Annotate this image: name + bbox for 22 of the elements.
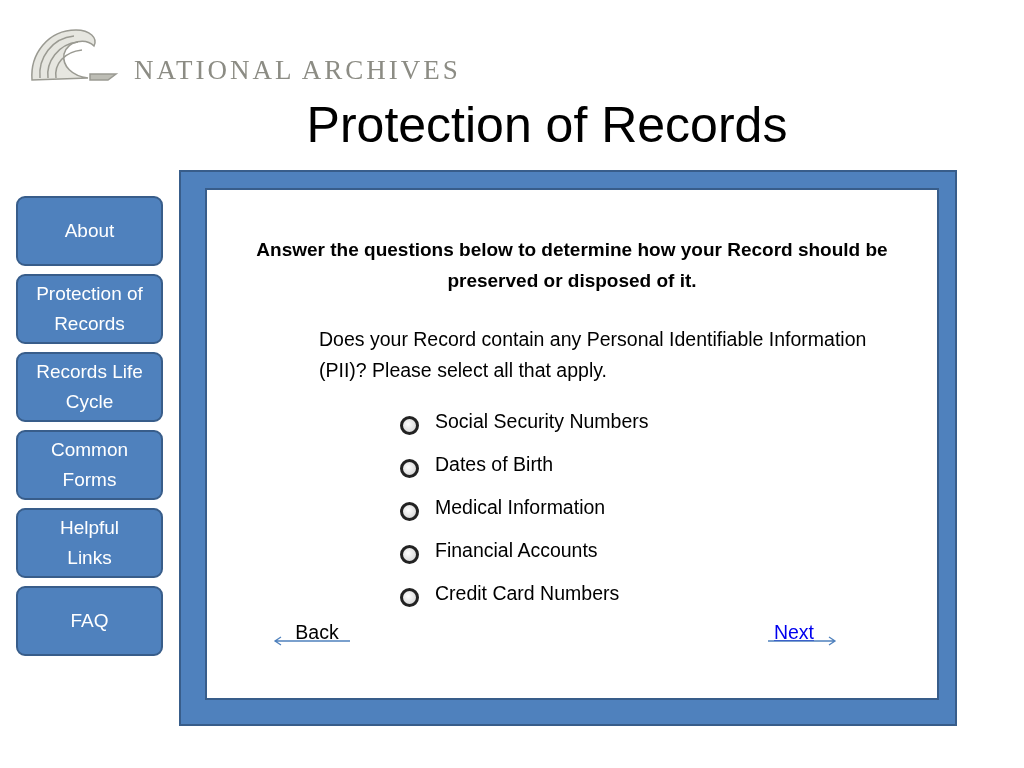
sidebar-button[interactable]: About bbox=[16, 196, 163, 266]
radio-button[interactable] bbox=[400, 545, 419, 564]
sidebar-button[interactable]: Records Life Cycle bbox=[16, 352, 163, 422]
radio-button[interactable] bbox=[400, 416, 419, 435]
option-label: Medical Information bbox=[435, 496, 606, 519]
question-text: Does your Record contain any Personal Identifiable Information (PII)? Please select all that apply. bbox=[319, 327, 868, 383]
sidebar-button[interactable]: Helpful Links bbox=[16, 508, 163, 578]
radio-button[interactable] bbox=[400, 588, 419, 607]
instructions-text: Answer the questions below to determine how your Record should be preserved or disposed of it. bbox=[255, 238, 889, 293]
radio-button[interactable] bbox=[400, 459, 419, 478]
option-label: Social Security Numbers bbox=[435, 410, 649, 433]
option-label: Credit Card Numbers bbox=[435, 582, 620, 605]
option-label: Dates of Birth bbox=[435, 453, 554, 476]
radio-button[interactable] bbox=[400, 502, 419, 521]
back-link[interactable]: Back bbox=[295, 621, 339, 644]
logo-text: NATIONAL ARCHIVES bbox=[134, 55, 461, 86]
sidebar-button[interactable]: Common Forms bbox=[16, 430, 163, 500]
page-title: Protection of Records bbox=[305, 96, 789, 154]
option-label: Financial Accounts bbox=[435, 539, 598, 562]
sidebar-button[interactable]: FAQ bbox=[16, 586, 163, 656]
next-link[interactable]: Next bbox=[773, 621, 815, 644]
sidebar-button[interactable]: Protection of Records bbox=[16, 274, 163, 344]
